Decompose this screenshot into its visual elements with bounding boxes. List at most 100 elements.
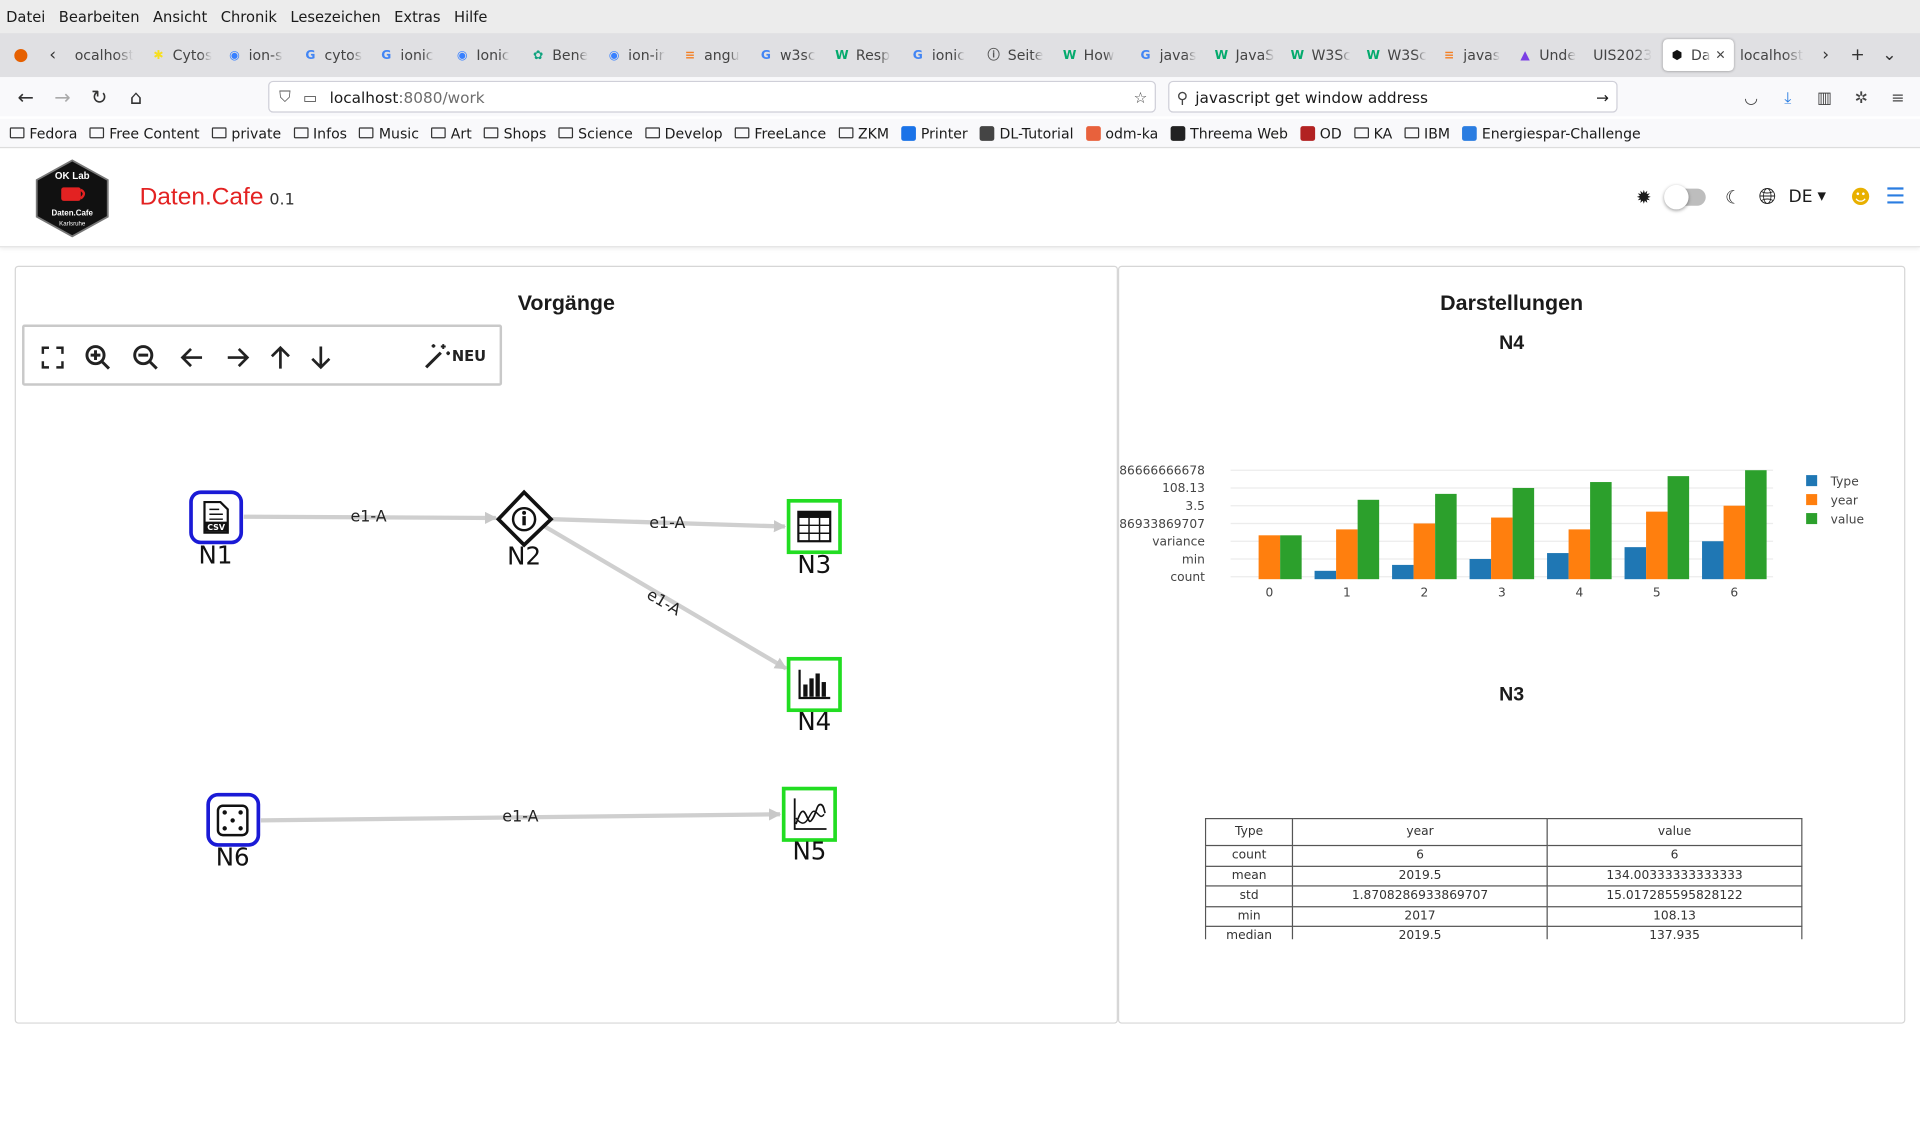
close-tab-icon[interactable]: ✕ [1715, 48, 1725, 61]
arrow-right-icon[interactable] [222, 342, 254, 374]
bar-value[interactable] [1745, 470, 1767, 580]
search-input[interactable]: javascript get window address [1195, 88, 1428, 106]
menu-item[interactable]: Lesezeichen [290, 8, 380, 25]
browser-tab[interactable]: W How [1056, 39, 1132, 71]
bar-year[interactable] [1568, 529, 1591, 580]
bar-type[interactable] [1702, 541, 1724, 580]
bar-year[interactable] [1258, 535, 1281, 580]
browser-tab[interactable]: W JavaS [1207, 39, 1283, 71]
menu-item[interactable]: Ansicht [153, 8, 207, 25]
reload-icon[interactable]: ↻ [81, 80, 118, 114]
browser-tab[interactable]: ✿ Bene [524, 39, 600, 71]
tab-scroll-left-icon[interactable]: ‹ [37, 39, 69, 71]
new-button[interactable]: NEU [422, 342, 486, 371]
bookmark-item[interactable]: Infos [293, 124, 347, 141]
bar-value[interactable] [1512, 487, 1535, 580]
node-n1[interactable]: CSV N1 [189, 490, 244, 569]
bar-value[interactable] [1280, 535, 1302, 580]
firefox-menu-icon[interactable]: ● [5, 39, 37, 71]
list-all-tabs-icon[interactable]: ⌄ [1873, 39, 1905, 71]
browser-tab[interactable]: W W3Sc [1359, 39, 1435, 71]
bookmark-item[interactable]: Shops [483, 124, 546, 141]
arrow-left-icon[interactable] [176, 342, 208, 374]
browser-tab[interactable]: W W3Sc [1283, 39, 1359, 71]
bar-type[interactable] [1624, 547, 1647, 580]
bookmark-item[interactable]: FreeLance [734, 124, 826, 141]
bookmark-star-icon[interactable]: ☆ [1134, 88, 1148, 106]
bookmark-item[interactable]: Fedora [9, 124, 78, 141]
bar-value[interactable] [1667, 476, 1690, 580]
bar-type[interactable] [1469, 558, 1492, 580]
browser-tab[interactable]: Gionic [904, 39, 980, 71]
browser-tab[interactable]: W Resp [828, 39, 904, 71]
bar-year[interactable] [1723, 505, 1746, 580]
bookmark-item[interactable]: ZKM [838, 124, 889, 141]
bar-year[interactable] [1413, 523, 1436, 580]
zoom-in-icon[interactable] [82, 342, 114, 374]
bookmark-item[interactable]: Develop [645, 124, 723, 141]
node-n4[interactable]: N4 [786, 656, 842, 736]
bookmark-item[interactable]: KA [1353, 124, 1392, 141]
menu-item[interactable]: Hilfe [454, 8, 487, 25]
bar-year[interactable] [1646, 511, 1668, 580]
edge-n6-n5[interactable]: e1-A [260, 807, 782, 826]
downloads-icon[interactable]: ⤓ [1776, 86, 1800, 110]
forward-icon[interactable]: → [44, 80, 81, 114]
dark-mode-toggle[interactable] [1663, 184, 1706, 209]
app-menu-icon[interactable]: ≡ [1886, 86, 1910, 110]
pocket-icon[interactable]: ◡ [1739, 86, 1763, 110]
browser-tab[interactable]: ⬢ Da ✕ [1662, 39, 1734, 72]
node-n3[interactable]: N3 [786, 498, 842, 579]
browser-tab[interactable]: ≡ javas [1435, 39, 1511, 71]
node-n2[interactable]: N2 [495, 489, 554, 570]
bar-value[interactable] [1590, 482, 1612, 580]
daten-cafe-logo[interactable]: OK Lab Daten.Cafe Karlsruhe [32, 158, 113, 239]
bookmark-item[interactable]: Music [359, 124, 419, 141]
new-tab-icon[interactable]: + [1842, 39, 1874, 71]
shield-icon[interactable]: ⛉ [279, 87, 290, 107]
arrow-down-icon[interactable] [305, 342, 337, 374]
bookmark-item[interactable]: odm-ka [1085, 124, 1158, 141]
legend-label[interactable]: Type [1830, 475, 1859, 489]
browser-tab[interactable]: ✱ Cytos [144, 39, 220, 71]
menu-item[interactable]: Chronik [221, 8, 277, 25]
url-bar[interactable]: ⛉ ▭ localhost:8080/work ☆ [268, 80, 1156, 113]
bar-year[interactable] [1491, 517, 1513, 580]
bookmark-item[interactable]: private [211, 124, 281, 141]
browser-tab[interactable]: Gionic [372, 39, 448, 71]
browser-tab[interactable]: ⓘ Seite [980, 39, 1056, 71]
search-go-icon[interactable]: → [1596, 88, 1609, 106]
browser-tab[interactable]: ◉ ion-s [220, 39, 296, 71]
hamburger-menu-icon[interactable]: ☰ [1886, 184, 1906, 210]
edge-n2-n4[interactable]: e1-A [543, 524, 788, 671]
browser-tab[interactable]: Gjavas [1131, 39, 1207, 71]
browser-tab[interactable]: localhost [1734, 39, 1810, 71]
browser-tab[interactable]: ◉ Ionic [448, 39, 524, 71]
search-bar[interactable]: ⚲ javascript get window address → [1168, 80, 1618, 113]
bar-chart[interactable]: count min variance 286933869707 3.5 108.13 386… [1119, 451, 1904, 622]
edge-n1-n2[interactable]: e1-A [243, 507, 498, 526]
bookmark-item[interactable]: Art [431, 124, 472, 141]
bookmark-item[interactable]: Energiespar-Challenge [1462, 124, 1641, 141]
reader-view-icon[interactable]: ▥ [1812, 86, 1836, 110]
bar-type[interactable] [1547, 553, 1569, 580]
extensions-icon[interactable]: ✲ [1849, 86, 1873, 110]
menu-item[interactable]: Datei [6, 8, 45, 25]
bar-type[interactable] [1392, 564, 1414, 580]
back-icon[interactable]: ← [7, 80, 44, 114]
bookmark-item[interactable]: Science [558, 124, 633, 141]
legend-label[interactable]: value [1831, 512, 1864, 526]
browser-tab[interactable]: ◉ ion-ir [600, 39, 676, 71]
language-select[interactable]: DE ▼ [1789, 187, 1826, 207]
bookmark-item[interactable]: Threema Web [1170, 124, 1288, 141]
workflow-graph[interactable]: e1-A e1-A e1-A e1-A CSV N1 N2 N3 N4 N5 N… [16, 389, 1117, 1001]
menu-item[interactable]: Bearbeiten [59, 8, 140, 25]
menu-item[interactable]: Extras [394, 8, 440, 25]
bookmark-item[interactable]: Free Content [89, 124, 200, 141]
arrow-up-icon[interactable] [264, 342, 296, 374]
bar-value[interactable] [1435, 493, 1457, 580]
edge-n2-n3[interactable]: e1-A [552, 513, 787, 533]
zoom-out-icon[interactable] [130, 342, 162, 374]
home-icon[interactable]: ⌂ [118, 80, 155, 114]
node-n5[interactable]: N5 [781, 786, 837, 866]
